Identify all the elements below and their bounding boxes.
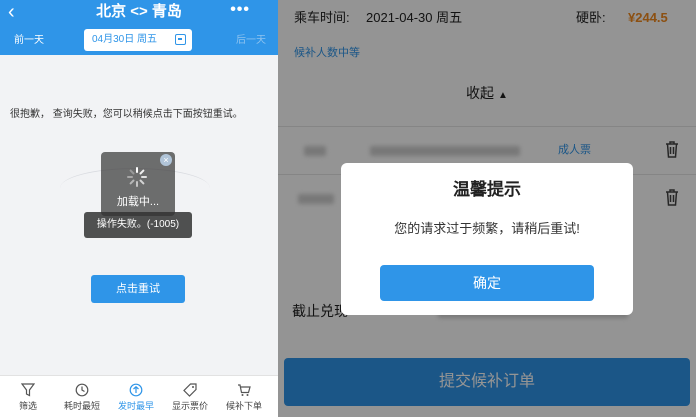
date-text: 04月30日 周五 [92,34,158,45]
alert-dialog: 温馨提示 您的请求过于频繁，请稍后重试! 确定 [341,163,633,315]
error-toast: 操作失败。(-1005) [84,212,192,238]
tab-label: 候补下单 [225,401,262,411]
retry-button[interactable]: 点击重试 [91,275,185,303]
more-menu-icon[interactable]: ••• [230,1,250,19]
dialog-title: 温馨提示 [453,180,521,199]
tab-label: 筛选 [18,401,37,411]
tab-show-price[interactable]: 显示票价 [164,376,216,417]
tab-filter[interactable]: 筛选 [2,376,54,417]
clock-arrow-icon [129,383,143,397]
tab-label: 发时最早 [117,401,154,411]
confirm-button[interactable]: 确定 [380,265,594,301]
clock-icon [75,383,89,397]
error-message: 很抱歉， 查询失败，您可以稍候点击下面按钮重试。 [10,109,243,120]
cart-icon [238,384,251,396]
calendar-icon [175,34,186,45]
left-screen: ‹ 北京 <> 青岛 ••• 前一天 04月30日 周五 后一天 很抱歉， 查询… [0,0,278,417]
filter-icon [21,383,35,397]
price-tag-icon [183,383,197,397]
header-bar: ‹ 北京 <> 青岛 ••• 前一天 04月30日 周五 后一天 [0,0,278,55]
spinner-icon [127,167,147,187]
bottom-tab-bar: 筛选 耗时最短 发时最早 显示票价 候补下单 [0,375,278,417]
tab-earliest-departure[interactable]: 发时最早 [110,376,162,417]
tab-label: 显示票价 [171,401,208,411]
loading-text: 加载中... [116,196,160,208]
loading-dialog: × 加载中... [101,152,175,216]
right-screen: 乘车时间: 2021-04-30 周五 硬卧: ¥244.5 候补人数中等 收起… [278,0,696,417]
prev-day-button[interactable]: 前一天 [14,35,44,47]
next-day-button[interactable]: 后一天 [236,35,266,47]
dialog-message: 您的请求过于频繁，请稍后重试! [394,221,580,236]
tab-label: 耗时最短 [63,401,100,411]
tab-waitlist-order[interactable]: 候补下单 [218,376,270,417]
tab-shortest-duration[interactable]: 耗时最短 [56,376,108,417]
date-selector[interactable]: 04月30日 周五 [84,29,192,51]
close-icon[interactable]: × [160,154,172,166]
